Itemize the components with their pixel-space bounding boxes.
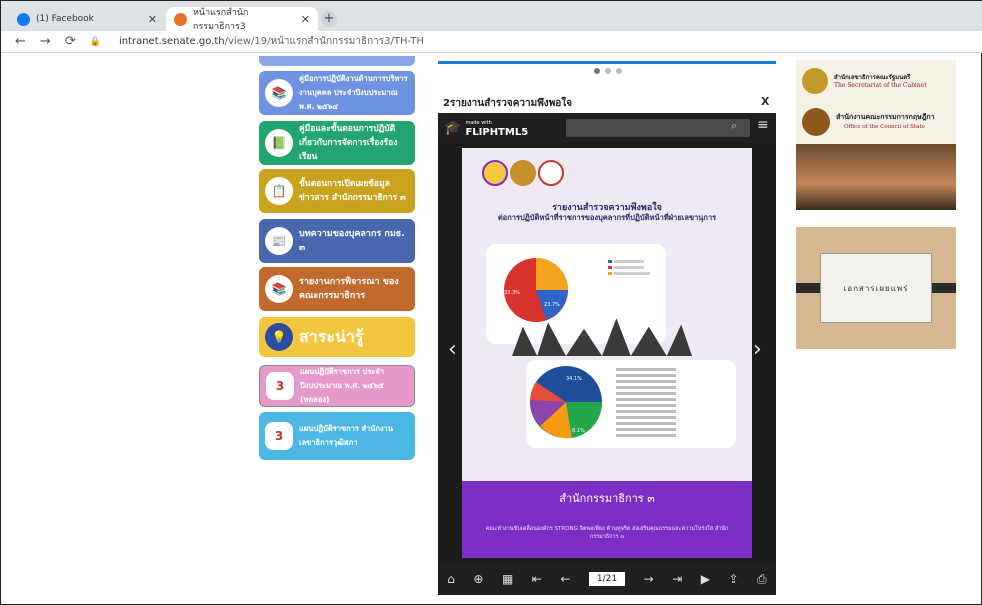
plan-3-icon: 3 — [266, 372, 294, 400]
flipbook-logo: made with FLIPHTML5 — [465, 120, 529, 138]
pie-card-2: 34.1% 8.1% — [526, 360, 736, 448]
tab-label: (1) Facebook — [36, 14, 94, 24]
council-seal-icon — [802, 108, 830, 136]
share-icon[interactable]: ⇪ — [728, 572, 738, 586]
agency-banner[interactable]: สำนักเลขาธิการคณะรัฐมนตรี The Secretaria… — [796, 60, 956, 210]
search-icon[interactable]: ⌕ — [731, 119, 737, 133]
parliament-image — [796, 144, 956, 210]
close-tab-icon[interactable]: ✕ — [301, 13, 310, 26]
cabinet-seal-icon — [802, 68, 828, 94]
lightbulb-icon: 💡 — [265, 323, 293, 351]
new-tab-button[interactable]: + — [321, 11, 337, 27]
carousel-dot[interactable] — [616, 68, 622, 74]
cabinet-name-th: สำนักเลขาธิการคณะรัฐมนตรี — [834, 74, 911, 81]
pie2-label: 34.1% — [566, 376, 582, 382]
pie-chart-1: 33.3% 23.7% — [504, 258, 650, 322]
flipbook-toolbar: ⌂ ⊕ ▦ ⇤ ← 1/21 → ⇥ ▶ ⇪ ⎙ — [438, 563, 776, 595]
reload-icon[interactable]: ⟳ — [65, 34, 76, 49]
document-icon: 📗 — [265, 129, 293, 157]
senate-icon — [174, 12, 187, 26]
page-indicator[interactable]: 1/21 — [588, 572, 626, 586]
flipbook-page-footer: สำนักกรรมาธิการ ๓ คณะทำงานขับเคลื่อนองค์… — [462, 481, 752, 558]
sidebar-button-knowledge[interactable]: 💡 สาระน่ารู้ — [259, 317, 415, 357]
zoom-icon[interactable]: ⊕ — [473, 572, 483, 586]
council-name-en: Office of the Council of State — [844, 124, 925, 130]
sidebar-button-disclosure[interactable]: 📋 ขั้นตอนการเปิดเผยข้อมูลข่าวสาร สำนักกร… — [259, 169, 415, 213]
pie-chart-2: 34.1% 8.1% — [529, 366, 676, 439]
tab-senate[interactable]: หน้าแรกสำนักกรรมาธิการ3 ✕ — [166, 7, 318, 32]
council-name-th: สำนักงานคณะกรรมการกฤษฎีกา — [836, 113, 935, 121]
facebook-icon — [17, 12, 30, 26]
last-page-icon[interactable]: ⇥ — [672, 572, 682, 586]
modal-close-button[interactable]: X — [761, 95, 769, 108]
print-icon[interactable]: ⎙ — [757, 572, 767, 587]
tab-label: หน้าแรกสำนักกรรมาธิการ3 — [193, 8, 249, 32]
address-bar[interactable]: intranet.senate.go.th/view/19/หน้าแรกสำน… — [119, 34, 424, 49]
book-icon: 📚 — [265, 79, 293, 107]
plan-3-icon — [538, 160, 564, 186]
document-label: เอกสารเผยแพร่ — [843, 283, 909, 293]
carousel-bottom — [438, 56, 776, 64]
cabinet-name-en: The Secretariat of the Cabinet — [834, 82, 927, 89]
pie1-label: 33.3% — [504, 290, 520, 296]
prev-page-icon[interactable]: ← — [560, 572, 570, 586]
sidebar-button-hr-manual[interactable]: 📚 คู่มือการปฏิบัติงานด้านการบริหารงานบุค… — [259, 71, 415, 115]
books-icon: 📚 — [265, 275, 293, 303]
thumbnails-icon[interactable]: ▦ — [502, 572, 513, 586]
footer-subtitle: คณะทำงานขับเคลื่อนองค์กร STRONG จิตพอเพี… — [485, 526, 729, 540]
published-documents-banner[interactable]: เอกสารเผยแพร่ — [796, 227, 956, 349]
back-icon[interactable]: ← — [15, 34, 26, 49]
sidebar-button-complaint-manual[interactable]: 📗 คู่มือและขั้นตอนการปฏิบัติ เกี่ยวกับกา… — [259, 121, 415, 165]
carousel-dot[interactable] — [594, 68, 600, 74]
sidebar-button-partial[interactable] — [259, 56, 415, 66]
browser-toolbar: ← → ⟳ 🔒 intranet.senate.go.th/view/19/หน… — [1, 31, 982, 53]
report-subtitle: ต่อการปฏิบัติหน้าที่ราชการของบุคลากรที่ป… — [497, 213, 717, 222]
carousel-dots[interactable] — [594, 68, 622, 74]
sidebar-button-articles[interactable]: 📰 บทความของบุคลากร กมธ. ๓ — [259, 219, 415, 263]
pie2-label: 8.1% — [572, 428, 585, 434]
autoplay-icon[interactable]: ▶ — [701, 572, 710, 586]
sidebar-button-action-plan-2565[interactable]: 3 แผนปฏิบัติราชการ ประจำปีงบประมาณ พ.ศ. … — [259, 365, 415, 407]
flipbook-logo-icon: 🎓 — [444, 120, 462, 136]
tab-facebook[interactable]: (1) Facebook ✕ — [9, 7, 165, 31]
first-page-icon[interactable]: ⇤ — [532, 572, 542, 586]
next-page-arrow[interactable]: › — [753, 337, 762, 362]
prev-page-arrow[interactable]: ‹ — [448, 337, 457, 362]
home-icon[interactable]: ⌂ — [447, 572, 455, 586]
footer-title: สำนักกรรมาธิการ ๓ — [559, 492, 655, 505]
document-card: เอกสารเผยแพร่ — [820, 253, 932, 323]
next-page-icon[interactable]: → — [644, 572, 654, 586]
lock-icon: 🔒 — [89, 36, 101, 47]
menu-icon[interactable]: ≡ — [757, 117, 769, 133]
modal-title: 2รายงานสำรวจความพึงพอใจ — [443, 98, 573, 109]
pie1-label: 23.7% — [544, 302, 560, 308]
flipbook-search-input[interactable] — [566, 119, 750, 137]
forward-icon[interactable]: → — [40, 34, 51, 49]
newspaper-icon: 📰 — [265, 227, 293, 255]
close-tab-icon[interactable]: ✕ — [148, 13, 157, 26]
plan-3-icon: 3 — [265, 422, 293, 450]
pie-card-1: 33.3% 23.7% — [486, 244, 666, 344]
sidebar-button-action-plan-secretariat[interactable]: 3 แผนปฏิบัติราชการ สำนักงานเลขาธิการวุฒิ… — [259, 412, 415, 460]
sidebar-button-reports[interactable]: 📚 รายงานการพิจารณา ของคณะกรรมาธิการ — [259, 267, 415, 311]
senate-seal-icon — [510, 160, 536, 186]
clipboard-icon: 📋 — [265, 177, 293, 205]
carousel-dot[interactable] — [605, 68, 611, 74]
logo-3-icon — [482, 160, 508, 186]
